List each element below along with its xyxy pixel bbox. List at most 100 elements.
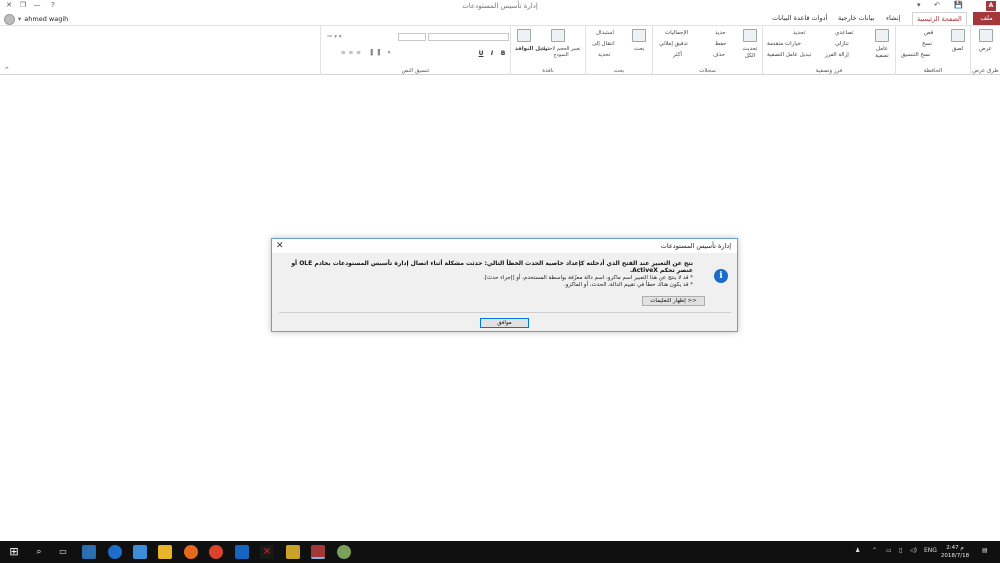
- sort-descending-button[interactable]: تنازلي: [835, 41, 849, 47]
- show-help-button[interactable]: إظهار التعليمات >>: [642, 296, 705, 306]
- filter-button[interactable]: عامل تصفية: [871, 46, 893, 60]
- save-record-button[interactable]: حفظ: [715, 41, 726, 47]
- windows-start-icon[interactable]: ⊞: [7, 545, 21, 559]
- refresh-all-button[interactable]: تحديث الكل: [739, 46, 761, 60]
- firefox-icon[interactable]: [184, 545, 198, 559]
- more-button[interactable]: أكثر: [673, 52, 682, 58]
- task-view-icon[interactable]: ▭: [56, 545, 70, 559]
- edge-icon[interactable]: [108, 545, 122, 559]
- view-button[interactable]: عرض: [979, 46, 992, 52]
- switch-windows-icon[interactable]: [517, 29, 531, 42]
- restore-icon[interactable]: ❐: [16, 1, 30, 9]
- fit-form-icon[interactable]: [551, 29, 565, 42]
- group-window-label: نافذة: [542, 68, 554, 74]
- goto-button[interactable]: انتقال إلى: [592, 41, 615, 47]
- font-size-combo[interactable]: [398, 33, 426, 41]
- search-icon[interactable]: ⌕: [32, 545, 46, 559]
- ribbon: عرض طرق عرض لصق قص نسخ نسخ التنسيق الحاف…: [0, 25, 1000, 75]
- dialog-close-icon[interactable]: ✕: [276, 240, 284, 252]
- close-icon[interactable]: ✕: [2, 1, 16, 9]
- qat-customize-icon[interactable]: ▾: [917, 1, 921, 9]
- access-taskbar-icon[interactable]: [311, 545, 325, 559]
- paste-button[interactable]: لصق: [952, 46, 963, 52]
- tab-database-tools[interactable]: أدوات قاعدة البيانات: [768, 12, 831, 25]
- file-explorer-icon[interactable]: [158, 545, 172, 559]
- selection-button[interactable]: تحديد: [793, 30, 805, 36]
- tray-chevron-icon[interactable]: ⌃: [872, 547, 877, 554]
- tab-create[interactable]: إنشاء: [882, 12, 904, 25]
- underline-button[interactable]: U: [477, 50, 485, 57]
- clock-date: 2018/7/18: [940, 553, 970, 559]
- dialog-title: إدارة تأسيس المستودعات: [660, 242, 731, 250]
- view-icon[interactable]: [979, 29, 993, 42]
- group-window: تغيير الحجم لاحتواء النموذج تبديل النواف…: [510, 26, 585, 75]
- group-sort-filter: عامل تصفية تصاعدي تنازلي إزالة الفرز تحد…: [762, 26, 895, 75]
- error-dialog: إدارة تأسيس المستودعات ✕ i نتج عن التعبي…: [271, 238, 738, 332]
- delete-record-button[interactable]: حذف: [713, 52, 725, 58]
- font-name-combo[interactable]: [428, 33, 509, 41]
- title-bar: إدارة تأسيس المستودعات ✕ ❐ — ? ▾ ↶ 💾 A: [0, 0, 1000, 12]
- notifications-icon[interactable]: ▤: [982, 547, 988, 554]
- tab-file[interactable]: ملف: [973, 12, 1000, 25]
- taskbar: ⊞ ⌕ ▭ ⨯ ♟ ⌃ ▭ ▯ ◁) ENG 2:47 م 2018/7/18 …: [0, 541, 1000, 563]
- find-button[interactable]: بحث: [634, 46, 644, 52]
- filter-icon[interactable]: [875, 29, 889, 42]
- minimize-icon[interactable]: —: [30, 1, 44, 9]
- ribbon-tabs: ملف الصفحة الرئيسية إنشاء بيانات خارجية …: [0, 12, 1000, 25]
- people-icon[interactable]: ♟: [855, 547, 860, 554]
- user-account[interactable]: ▾ ahmed wagih: [4, 13, 68, 25]
- alignment-icons[interactable]: ≡≡≡ ▐▐ ▾: [341, 50, 394, 56]
- mail-icon[interactable]: [133, 545, 147, 559]
- copy-button[interactable]: نسخ: [922, 41, 932, 47]
- volume-icon[interactable]: ◁): [910, 547, 917, 554]
- app2-icon[interactable]: [337, 545, 351, 559]
- italic-button[interactable]: I: [488, 50, 496, 57]
- dialog-message: نتج عن التعبير عند الفتح الذي أدخلته كإع…: [291, 260, 693, 274]
- user-name: ahmed wagih: [24, 15, 69, 23]
- switch-windows-button[interactable]: تبديل النوافذ: [515, 46, 550, 52]
- select-button[interactable]: تحديد: [598, 52, 610, 58]
- spelling-button[interactable]: تدقيق إملائي: [659, 41, 688, 47]
- binoculars-icon[interactable]: [632, 29, 646, 42]
- access-logo-icon: A: [986, 1, 996, 11]
- undo-icon[interactable]: ↶: [934, 1, 940, 9]
- dialog-separator: [279, 312, 731, 313]
- store-icon[interactable]: [82, 545, 96, 559]
- group-sort-label: فرز وتصفية: [815, 68, 843, 74]
- remove-sort-button[interactable]: إزالة الفرز: [825, 52, 849, 58]
- collapse-ribbon-icon[interactable]: ⌃: [4, 66, 10, 74]
- help-icon[interactable]: ?: [46, 1, 60, 9]
- format-painter-button[interactable]: نسخ التنسيق: [901, 52, 930, 58]
- group-clipboard-label: الحافظة: [923, 68, 943, 74]
- cut-button[interactable]: قص: [924, 30, 933, 36]
- chrome-icon[interactable]: [209, 545, 223, 559]
- clock-time: 2:47 م: [946, 545, 964, 551]
- clock[interactable]: 2:47 م 2018/7/18: [940, 544, 970, 560]
- avatar: [4, 13, 15, 25]
- bold-button[interactable]: B: [499, 50, 507, 57]
- tab-home[interactable]: الصفحة الرئيسية: [912, 12, 967, 25]
- list-icons[interactable]: ≔ ▾ ▾: [327, 34, 342, 40]
- new-record-button[interactable]: جديد: [715, 30, 726, 36]
- battery-icon[interactable]: ▯: [899, 547, 902, 554]
- replace-button[interactable]: استبدال: [596, 30, 614, 36]
- group-find-label: بحث: [613, 68, 625, 74]
- network-icon[interactable]: ▭: [886, 547, 892, 554]
- group-views: عرض طرق عرض: [970, 26, 1000, 75]
- acrobat-icon[interactable]: ⨯: [260, 545, 274, 559]
- totals-button[interactable]: الإجماليات: [665, 30, 688, 36]
- language-indicator[interactable]: ENG: [924, 547, 937, 554]
- refresh-icon[interactable]: [743, 29, 757, 42]
- outlook-icon[interactable]: [235, 545, 249, 559]
- tab-external-data[interactable]: بيانات خارجية: [834, 12, 878, 25]
- toggle-filter-button[interactable]: تبديل عامل التصفية: [767, 52, 811, 58]
- sort-ascending-button[interactable]: تصاعدي: [835, 30, 853, 36]
- paste-icon[interactable]: [951, 29, 965, 42]
- dialog-bullet-1: * قد لا ينتج عن هذا التعبير اسم ماكرو، ا…: [483, 275, 693, 281]
- group-records-label: سجلات: [699, 68, 716, 74]
- group-text-formatting: B I U ≡≡≡ ▐▐ ▾ ≔ ▾ ▾ تنسيق النص: [320, 26, 510, 75]
- save-icon[interactable]: 💾: [954, 1, 963, 9]
- ok-button[interactable]: موافق: [480, 318, 529, 328]
- advanced-button[interactable]: خيارات متقدمة: [767, 41, 801, 47]
- app-icon[interactable]: [286, 545, 300, 559]
